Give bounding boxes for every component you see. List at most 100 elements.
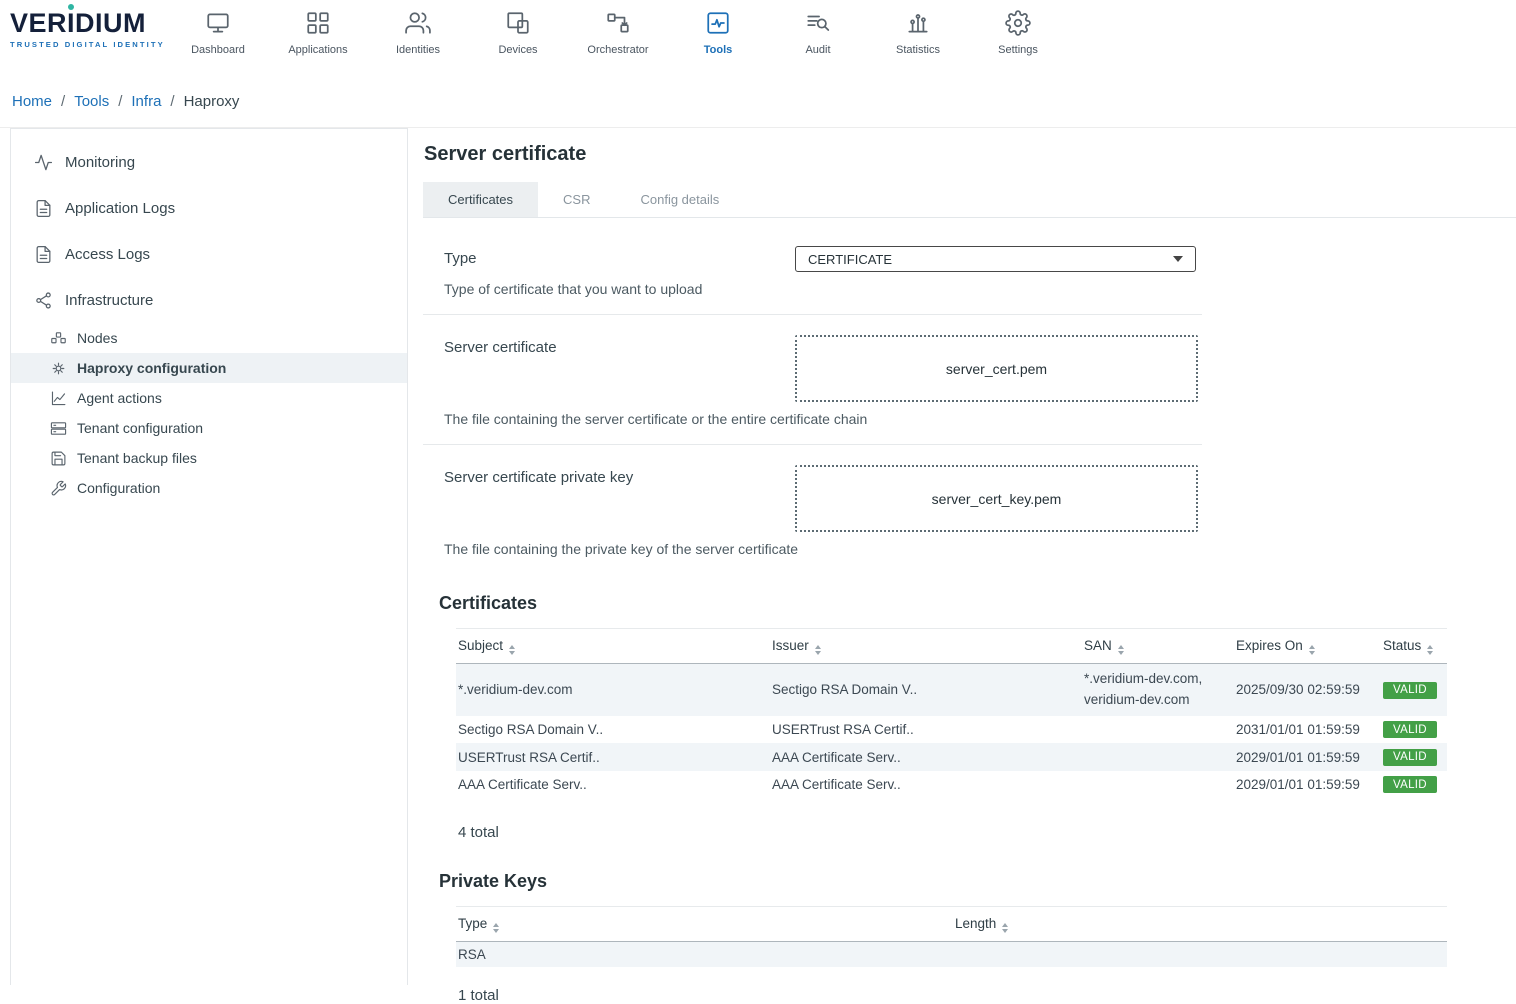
san-cell: *.veridium-dev.com, veridium-dev.com [1082,664,1234,716]
san-cell [1082,771,1234,799]
server-certificate-filename: server_cert.pem [946,361,1047,377]
sidebar-item-access-logs[interactable]: Access Logs [11,231,407,277]
subject-cell: USERTrust RSA Certif.. [456,743,770,771]
certificates-section-title: Certificates [439,593,1516,614]
statistics-icon [905,8,931,38]
certificate-row[interactable]: *.veridium-dev.com Sectigo RSA Domain V.… [456,664,1447,716]
expires-cell: 2029/01/01 01:59:59 [1234,743,1381,771]
page-title: Server certificate [424,143,1516,166]
sidebar-item-tenant-backup-files[interactable]: Tenant backup files [11,443,407,473]
settings-icon [1005,8,1031,38]
column-header-type[interactable]: Type [456,907,953,942]
breadcrumb: Home / Tools / Infra / Haproxy [0,75,1516,127]
sidebar-item-nodes[interactable]: Nodes [11,323,407,353]
main-nav: Dashboard Applications Identities Device… [168,8,1068,56]
private-key-dropzone[interactable]: server_cert_key.pem [795,465,1198,532]
sort-icon [1309,645,1315,655]
expires-cell: 2025/09/30 02:59:59 [1234,664,1381,716]
nav-item-dashboard[interactable]: Dashboard [168,8,268,56]
sidebar-item-haproxy-configuration[interactable]: Haproxy configuration [11,353,407,383]
nav-label: Dashboard [191,44,245,56]
nav-item-identities[interactable]: Identities [368,8,468,56]
nav-item-statistics[interactable]: Statistics [868,8,968,56]
status-cell: VALID [1381,743,1447,771]
sidebar-item-label: Agent actions [77,390,162,406]
nav-item-audit[interactable]: Audit [768,8,868,56]
tab-certificates[interactable]: Certificates [423,182,538,217]
certificate-row[interactable]: AAA Certificate Serv.. AAA Certificate S… [456,771,1447,799]
server-certificate-help-text: The file containing the server certifica… [444,411,1202,427]
column-header-length[interactable]: Length [953,907,1447,942]
sort-icon [1118,645,1124,655]
agent-actions-icon [49,390,67,407]
private-keys-total: 1 total [458,987,1516,1004]
brand-logo[interactable]: VERIDIUM TRUSTED DIGITAL IDENTITY [10,8,165,49]
application-logs-icon [33,199,53,218]
certificates-header-row: Subject Issuer SAN Expires On Status [456,629,1447,664]
identities-icon [405,8,431,38]
sidebar-item-application-logs[interactable]: Application Logs [11,185,407,231]
tab-csr[interactable]: CSR [538,182,615,217]
status-cell: VALID [1381,716,1447,744]
key-type-cell: RSA [456,942,953,968]
private-key-filename: server_cert_key.pem [932,491,1062,507]
breadcrumb-infra[interactable]: Infra [131,93,161,110]
breadcrumb-tools[interactable]: Tools [74,93,109,110]
nav-label: Orchestrator [587,44,648,56]
san-cell [1082,743,1234,771]
certificate-row[interactable]: Sectigo RSA Domain V.. USERTrust RSA Cer… [456,716,1447,744]
certificate-type-select[interactable]: CERTIFICATE [795,246,1196,272]
server-certificate-dropzone[interactable]: server_cert.pem [795,335,1198,402]
sidebar-item-tenant-configuration[interactable]: Tenant configuration [11,413,407,443]
brand-tagline: TRUSTED DIGITAL IDENTITY [10,40,165,49]
issuer-cell: AAA Certificate Serv.. [770,771,1082,799]
column-header-subject[interactable]: Subject [456,629,770,664]
brand-name: VERIDIUM [10,8,165,39]
sidebar-item-agent-actions[interactable]: Agent actions [11,383,407,413]
status-badge: VALID [1383,682,1437,699]
column-header-san[interactable]: SAN [1082,629,1234,664]
nav-item-devices[interactable]: Devices [468,8,568,56]
column-header-issuer[interactable]: Issuer [770,629,1082,664]
nav-item-settings[interactable]: Settings [968,8,1068,56]
private-key-row[interactable]: RSA [456,942,1447,968]
san-cell [1082,716,1234,744]
tenant-backup-files-icon [49,450,67,467]
tools-icon [705,8,731,38]
certificate-row[interactable]: USERTrust RSA Certif.. AAA Certificate S… [456,743,1447,771]
sidebar-item-label: Application Logs [65,200,175,217]
sidebar-item-label: Configuration [77,480,160,496]
sidebar-item-label: Tenant configuration [77,420,203,436]
subject-cell: Sectigo RSA Domain V.. [456,716,770,744]
column-header-status[interactable]: Status [1381,629,1447,664]
sort-icon [815,645,821,655]
nav-label: Devices [498,44,537,56]
private-key-label: Server certificate private key [444,465,795,486]
status-badge: VALID [1383,721,1437,738]
issuer-cell: AAA Certificate Serv.. [770,743,1082,771]
breadcrumb-home[interactable]: Home [12,93,52,110]
nav-item-tools[interactable]: Tools [668,8,768,56]
access-logs-icon [33,245,53,264]
divider [423,314,1202,315]
subject-cell: AAA Certificate Serv.. [456,771,770,799]
nav-label: Settings [998,44,1038,56]
sidebar-item-monitoring[interactable]: Monitoring [11,139,407,185]
monitoring-icon [33,153,53,172]
issuer-cell: Sectigo RSA Domain V.. [770,664,1082,716]
private-keys-header-row: Type Length [456,907,1447,942]
tab-config-details[interactable]: Config details [615,182,744,217]
sort-icon [509,645,515,655]
sidebar-item-configuration[interactable]: Configuration [11,473,407,503]
nav-item-orchestrator[interactable]: Orchestrator [568,8,668,56]
expires-cell: 2031/01/01 01:59:59 [1234,716,1381,744]
status-badge: VALID [1383,776,1437,793]
certificates-total: 4 total [458,824,1516,841]
sidebar-item-label: Tenant backup files [77,450,197,466]
breadcrumb-separator: / [118,93,122,110]
sidebar-item-infrastructure[interactable]: Infrastructure [11,277,407,323]
nav-item-applications[interactable]: Applications [268,8,368,56]
column-header-expires-on[interactable]: Expires On [1234,629,1381,664]
top-nav: VERIDIUM TRUSTED DIGITAL IDENTITY Dashbo… [0,0,1516,75]
content-area: Monitoring Application Logs Access Logs … [0,127,1516,985]
